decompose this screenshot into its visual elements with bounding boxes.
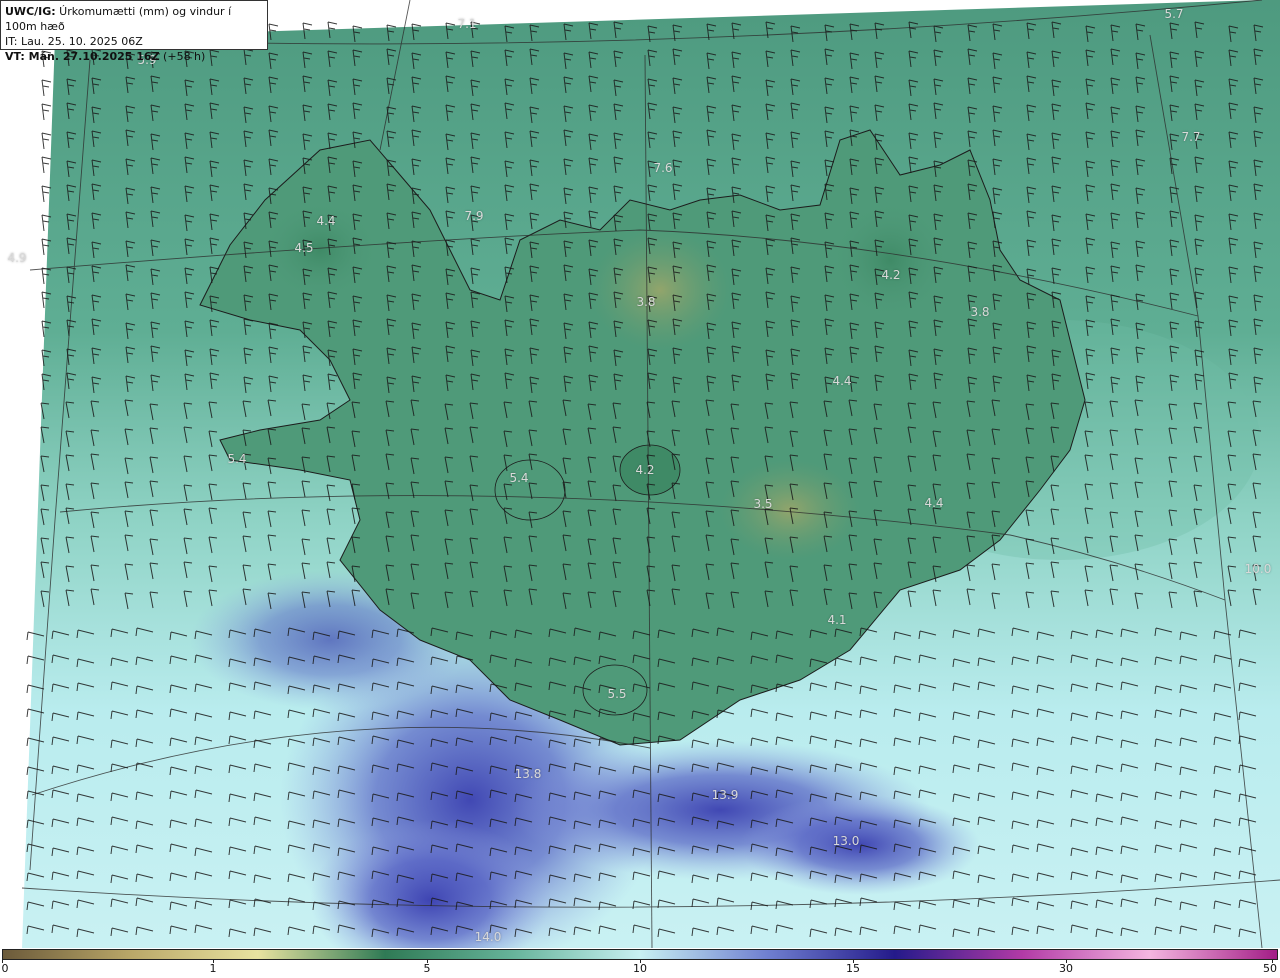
precip-value-label: 4.9	[7, 251, 27, 265]
precip-value-label: 4.1	[827, 613, 847, 627]
valid-time: VT: Mán. 27.10.2025 16Z	[5, 50, 160, 63]
precip-value-label: 7.6	[653, 161, 673, 175]
precip-value-label: 4.4	[832, 374, 852, 388]
colorbar-tick-label: 15	[846, 962, 860, 975]
precip-value-label: 7.9	[464, 209, 484, 223]
map-header: UWC/IG: Úrkomumætti (mm) og vindur í 100…	[0, 0, 268, 63]
precip-value-label: 3.5	[753, 497, 773, 511]
forecast-hour: (+58 h)	[159, 50, 206, 63]
precip-value-label: 7.1	[457, 17, 477, 31]
product-code: UWC/IG:	[5, 5, 56, 18]
colorbar-tick-label: 1	[209, 962, 217, 975]
precip-value-label: 4.4	[924, 496, 944, 510]
colorbar-tick-label: 30	[1059, 962, 1073, 975]
precip-value-label: 3.8	[970, 305, 990, 319]
precip-value-label: 14.0	[474, 930, 502, 944]
precip-value-label: 4.2	[635, 463, 655, 477]
precip-value-label: 13.0	[832, 834, 860, 848]
precip-value-label: 5.4	[509, 471, 529, 485]
precip-value-label: 4.2	[881, 268, 901, 282]
precip-value-label: 7.7	[1181, 130, 1201, 144]
precip-value-label: 3.8	[636, 295, 656, 309]
precip-value-label: 13.9	[711, 788, 739, 802]
precip-value-label: 5.5	[607, 687, 627, 701]
precip-value-label: 10.0	[1244, 562, 1272, 576]
colorbar-strip	[2, 949, 1278, 960]
precip-value-label: 4.4	[316, 214, 336, 228]
colorbar-tick-label: 10	[633, 962, 647, 975]
colorbar-tick-label: 50	[1263, 962, 1277, 975]
precip-value-label: 13.8	[514, 767, 542, 781]
precip-value-label: 4.5	[294, 241, 314, 255]
colorbar: 0 1 5 10 15 30 50	[0, 948, 1280, 978]
colorbar-tick-label: 0	[1, 962, 9, 975]
colorbar-tick-label: 5	[423, 962, 431, 975]
precip-value-label: 5.4	[227, 452, 247, 466]
precip-value-label: 5.7	[1164, 7, 1184, 21]
initial-time: IT: Lau. 25. 10. 2025 06Z	[5, 35, 143, 48]
